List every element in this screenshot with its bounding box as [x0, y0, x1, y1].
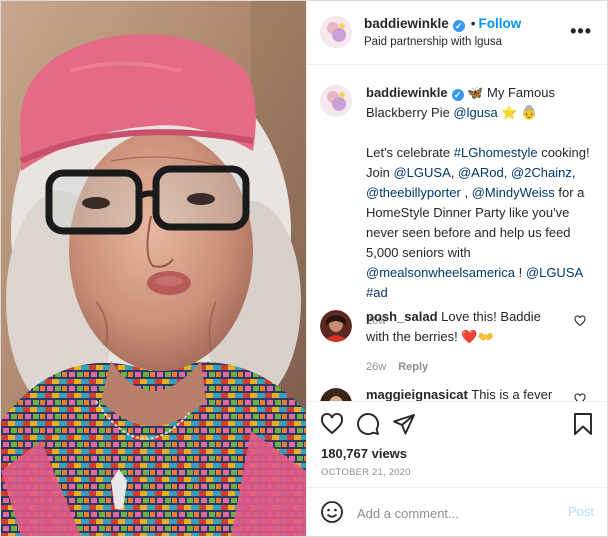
comment-item: maggieignasicat This is a fever — [320, 385, 600, 401]
caption-text: , — [460, 185, 472, 200]
separator-dot: • — [470, 16, 476, 31]
mention-lgusa[interactable]: @LGUSA — [393, 165, 450, 180]
post-actions: 180,767 views OCTOBER 21, 2020 — [307, 401, 607, 492]
caption-text: , — [503, 165, 511, 180]
mention-theebillyporter[interactable]: @theebillyporter — [366, 185, 461, 200]
comment-body: maggieignasicat This is a fever — [366, 385, 566, 401]
comment-like-heart-icon[interactable] — [574, 315, 586, 327]
post-comment-button[interactable]: Post — [568, 504, 594, 519]
add-comment-input[interactable] — [355, 498, 559, 528]
caption-body: Let's celebrate #LGhomestyle cooking! Jo… — [366, 143, 596, 303]
comment-username[interactable]: posh_salad — [366, 309, 438, 324]
paid-partnership-label[interactable]: Paid partnership with lgusa — [364, 36, 502, 48]
caption-text: ! — [515, 265, 526, 280]
comment-meta: 26w Reply — [366, 357, 566, 377]
mention-lgusa[interactable]: @LGUSA — [526, 265, 583, 280]
author-line: baddiewinkle ✓ • Follow — [364, 16, 521, 32]
comment-timestamp[interactable]: 26w — [366, 361, 386, 373]
mention-lgusa[interactable]: @lgusa — [453, 105, 497, 120]
reply-button[interactable]: Reply — [398, 361, 428, 373]
comment-username[interactable]: maggieignasicat — [366, 387, 468, 401]
hashtag-lghomestyle[interactable]: #LGhomestyle — [454, 145, 538, 160]
commenter-avatar[interactable] — [320, 310, 352, 342]
bookmark-icon[interactable] — [571, 412, 595, 436]
post-header: baddiewinkle ✓ • Follow Paid partnership wi… — [307, 1, 607, 65]
author-username[interactable]: baddiewinkle — [364, 16, 449, 31]
caption-emoji: ⭐ 👵 — [497, 105, 538, 120]
caption-text: Let's celebrate — [366, 145, 454, 160]
comments-section[interactable]: baddiewinkle ✓ 🦋 My Famous Blackberry Pie… — [307, 65, 607, 401]
view-count[interactable]: 180,767 views — [321, 446, 407, 461]
commenter-avatar[interactable] — [320, 388, 352, 401]
follow-button[interactable]: Follow — [479, 16, 522, 31]
mention-2chainz[interactable]: @2Chainz — [511, 165, 572, 180]
mention-arod[interactable]: @ARod — [458, 165, 504, 180]
caption-author-avatar[interactable] — [320, 85, 352, 117]
hashtag-ad[interactable]: #ad — [366, 285, 388, 300]
comment-body: posh_salad Love this! Baddie with the be… — [366, 307, 566, 377]
heart-icon[interactable] — [320, 412, 344, 436]
caption-username[interactable]: baddiewinkle — [366, 85, 448, 100]
comment-text: This is a fever — [467, 387, 553, 401]
post-caption: baddiewinkle ✓ 🦋 My Famous Blackberry Pie… — [366, 83, 596, 331]
verified-badge-icon: ✓ — [452, 20, 465, 32]
paper-plane-icon[interactable] — [392, 412, 416, 436]
post-photo — [1, 1, 306, 536]
mention-mindyweiss[interactable]: @MindyWeiss — [472, 185, 555, 200]
more-options-icon[interactable]: ••• — [570, 21, 592, 42]
author-avatar[interactable] — [320, 16, 352, 48]
comment-item: posh_salad Love this! Baddie with the be… — [320, 307, 600, 373]
post-modal: baddiewinkle ✓ • Follow Paid partnership wi… — [0, 0, 608, 537]
post-details-panel: baddiewinkle ✓ • Follow Paid partnership wi… — [306, 1, 607, 536]
caption-line-1: baddiewinkle ✓ 🦋 My Famous Blackberry Pie… — [366, 83, 596, 123]
comment-icon[interactable] — [356, 412, 380, 436]
caption-text: , — [571, 165, 576, 180]
mention-mealsonwheelsamerica[interactable]: @mealsonwheelsamerica — [366, 265, 515, 280]
caption-text: , — [450, 165, 458, 180]
caption-verified-badge-icon: ✓ — [451, 89, 464, 101]
post-media[interactable] — [1, 1, 306, 536]
post-date[interactable]: OCTOBER 21, 2020 — [321, 467, 411, 478]
comment-like-heart-icon[interactable] — [574, 393, 586, 401]
add-comment-bar: Post — [307, 487, 607, 536]
smiley-icon[interactable] — [320, 500, 344, 524]
